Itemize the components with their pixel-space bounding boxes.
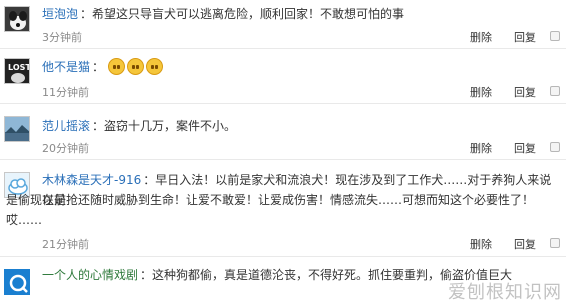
more-icon[interactable] xyxy=(550,31,560,41)
comment-item: 范儿摇滚 ：盗窃十几万，案件不小。 20分钟前 删除 回复 xyxy=(0,104,566,160)
reply-button[interactable]: 回复 xyxy=(514,86,536,99)
separator: ： xyxy=(143,173,156,187)
avatar-landscape-image xyxy=(5,117,29,141)
comment-text-line-3: 哎…… xyxy=(6,213,43,227)
more-icon[interactable] xyxy=(550,142,560,152)
timestamp: 3分钟前 xyxy=(42,31,82,44)
comment-feed: 垣泡泡 ：希望这只导盲犬可以逃离危险，顺利回家！不敢想可怕的事 3分钟前 删除 回复… xyxy=(0,0,566,306)
username-link[interactable]: 木林森是天才-916 xyxy=(42,173,141,187)
reply-button[interactable]: 回复 xyxy=(514,238,536,251)
reply-button[interactable]: 回复 xyxy=(514,142,536,155)
comment-item: 垣泡泡 ：希望这只导盲犬可以逃离危险，顺利回家！不敢想可怕的事 3分钟前 删除 回复 xyxy=(0,0,566,49)
more-icon[interactable] xyxy=(550,238,560,248)
delete-button[interactable]: 删除 xyxy=(470,86,492,99)
reply-button[interactable]: 回复 xyxy=(514,31,536,44)
watermark: 爱刨根知识网 xyxy=(448,282,562,303)
separator: ： xyxy=(80,7,93,21)
comment-item: 木林森是天才-916 ：早日入法！以前是家犬和流浪犬！现在涉及到了工作犬……对于养… xyxy=(0,160,566,257)
avatar-symbol-image xyxy=(5,270,29,294)
avatar[interactable] xyxy=(4,6,30,32)
delete-button[interactable]: 删除 xyxy=(470,238,492,251)
username-link[interactable]: 他不是猫 xyxy=(42,60,90,74)
avatar[interactable] xyxy=(4,116,30,142)
avatar-lost-image: LOST xyxy=(5,59,30,83)
comment-text-line-2: 是偷现在是抢还随时威胁到生命！让爱不敢爱！让爱成伤害！情感流失……可想而知这个必… xyxy=(6,193,535,207)
comment-item: LOST 他不是猫： 11分钟前 删除 回复 xyxy=(0,49,566,104)
separator: ： xyxy=(140,268,153,282)
delete-button[interactable]: 删除 xyxy=(470,142,492,155)
separator: ： xyxy=(92,119,105,133)
avatar-dog-image xyxy=(5,7,29,31)
delete-button[interactable]: 删除 xyxy=(470,31,492,44)
avatar-lost-label: LOST xyxy=(8,63,30,72)
username-link[interactable]: 一个人的心情戏剧 xyxy=(42,268,138,282)
more-icon[interactable] xyxy=(550,86,560,96)
timestamp: 21分钟前 xyxy=(42,238,89,251)
crying-emoji-icon xyxy=(126,58,144,75)
crying-emoji-icon xyxy=(107,58,125,75)
username-link[interactable]: 垣泡泡 xyxy=(42,7,78,21)
comment-text: 希望这只导盲犬可以逃离危险，顺利回家！不敢想可怕的事 xyxy=(92,7,405,21)
comment-text: 盗窃十几万，案件不小。 xyxy=(104,119,237,133)
avatar[interactable]: LOST xyxy=(4,58,30,84)
avatar[interactable] xyxy=(4,269,30,295)
crying-emoji-icon xyxy=(145,58,163,75)
separator: ： xyxy=(92,60,105,74)
username-link[interactable]: 范儿摇滚 xyxy=(42,119,90,133)
timestamp: 20分钟前 xyxy=(42,142,89,155)
timestamp: 11分钟前 xyxy=(42,86,89,99)
